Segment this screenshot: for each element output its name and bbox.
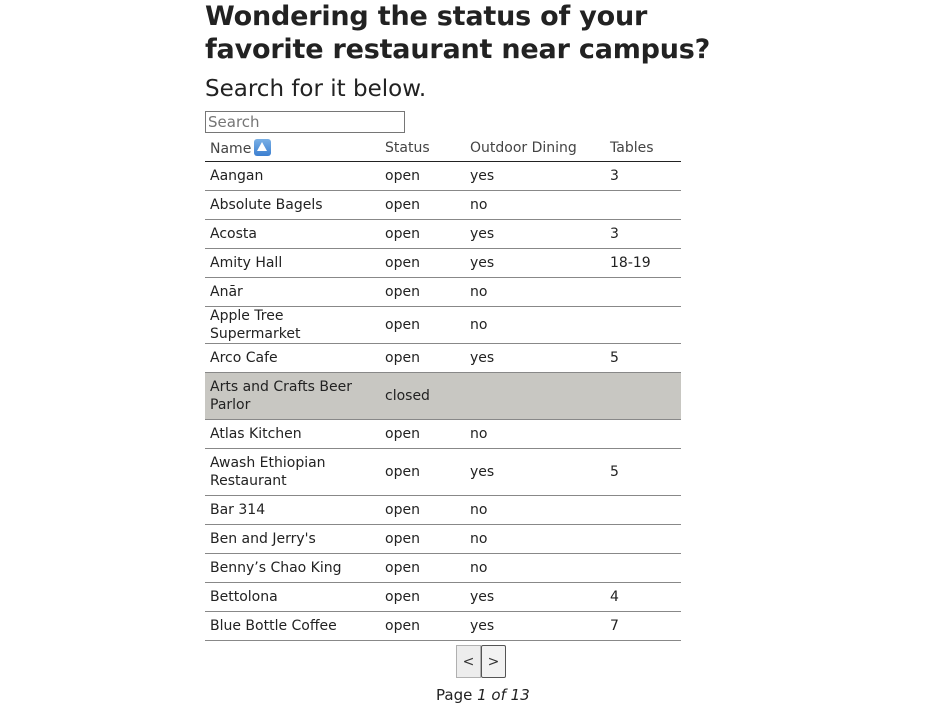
cell-status: open xyxy=(380,495,465,525)
cell-status: open xyxy=(380,190,465,220)
table-header-row: Name Status Outdoor Dining Tables xyxy=(205,135,681,162)
cell-tables: 5 xyxy=(605,448,681,496)
cell-tables: 5 xyxy=(605,343,681,373)
column-header-name-label: Name xyxy=(210,141,252,157)
cell-name: Bettolona xyxy=(205,582,380,612)
cell-tables xyxy=(605,419,681,449)
cell-name: Amity Hall xyxy=(205,248,380,278)
cell-status: open xyxy=(380,277,465,307)
cell-name: Anār xyxy=(205,277,380,307)
cell-status: open xyxy=(380,553,465,583)
cell-name: Blue Bottle Coffee xyxy=(205,611,380,641)
cell-name: Arts and Crafts Beer Parlor xyxy=(205,372,380,420)
search-input[interactable] xyxy=(205,111,405,133)
cell-outdoor-dining: no xyxy=(465,277,605,307)
cell-tables xyxy=(605,306,681,344)
cell-tables: 3 xyxy=(605,219,681,249)
column-header-status[interactable]: Status xyxy=(380,135,465,162)
cell-tables xyxy=(605,190,681,220)
table-row: Aangan open yes 3 xyxy=(205,161,681,191)
cell-name: Absolute Bagels xyxy=(205,190,380,220)
cell-outdoor-dining: no xyxy=(465,419,605,449)
cell-name: Aangan xyxy=(205,161,380,191)
cell-outdoor-dining: yes xyxy=(465,448,605,496)
page-indicator-current: 1 of 13 xyxy=(477,686,530,704)
cell-outdoor-dining: no xyxy=(465,306,605,344)
cell-tables xyxy=(605,495,681,525)
cell-outdoor-dining: yes xyxy=(465,219,605,249)
table-row: Blue Bottle Coffee open yes 7 xyxy=(205,611,681,641)
table-row: Bettolona open yes 4 xyxy=(205,582,681,612)
cell-status: open xyxy=(380,611,465,641)
cell-name: Awash Ethiopian Restaurant xyxy=(205,448,380,496)
cell-status: open xyxy=(380,343,465,373)
page-title: Wondering the status of your favorite re… xyxy=(205,1,711,65)
cell-outdoor-dining: yes xyxy=(465,248,605,278)
cell-name: Atlas Kitchen xyxy=(205,419,380,449)
table-row: Benny’s Chao King open no xyxy=(205,553,681,583)
cell-status: open xyxy=(380,582,465,612)
previous-page-button[interactable]: < xyxy=(456,645,481,678)
table-row: Acosta open yes 3 xyxy=(205,219,681,249)
pagination-controls: < > xyxy=(456,645,506,678)
page-subtitle: Search for it below. xyxy=(205,76,427,102)
cell-outdoor-dining: yes xyxy=(465,611,605,641)
cell-name: Acosta xyxy=(205,219,380,249)
cell-outdoor-dining: yes xyxy=(465,161,605,191)
cell-outdoor-dining xyxy=(465,372,605,420)
up-arrow-icon[interactable] xyxy=(254,139,272,156)
cell-name: Arco Cafe xyxy=(205,343,380,373)
cell-tables: 3 xyxy=(605,161,681,191)
cell-status: open xyxy=(380,219,465,249)
restaurant-table: Name Status Outdoor Dining Tables Aangan… xyxy=(205,135,681,641)
table-row: Arco Cafe open yes 5 xyxy=(205,343,681,373)
table-row: Amity Hall open yes 18-19 xyxy=(205,248,681,278)
cell-outdoor-dining: no xyxy=(465,553,605,583)
cell-status: open xyxy=(380,248,465,278)
cell-status: closed xyxy=(380,372,465,420)
main-content: Wondering the status of your favorite re… xyxy=(205,0,725,641)
cell-name: Apple Tree Supermarket xyxy=(205,306,380,344)
page-indicator-prefix: Page xyxy=(436,686,473,704)
cell-outdoor-dining: no xyxy=(465,495,605,525)
next-page-button[interactable]: > xyxy=(481,645,506,678)
table-row: Atlas Kitchen open no xyxy=(205,419,681,449)
cell-status: open xyxy=(380,306,465,344)
cell-tables: 7 xyxy=(605,611,681,641)
table-row: Apple Tree Supermarket open no xyxy=(205,306,681,344)
table-row: Bar 314 open no xyxy=(205,495,681,525)
cell-name: Bar 314 xyxy=(205,495,380,525)
column-header-name[interactable]: Name xyxy=(205,135,380,162)
table-row: Ben and Jerry's open no xyxy=(205,524,681,554)
cell-tables: 4 xyxy=(605,582,681,612)
cell-status: open xyxy=(380,524,465,554)
cell-outdoor-dining: no xyxy=(465,524,605,554)
cell-outdoor-dining: yes xyxy=(465,582,605,612)
cell-outdoor-dining: no xyxy=(465,190,605,220)
cell-tables xyxy=(605,524,681,554)
table-row: Arts and Crafts Beer Parlor closed xyxy=(205,372,681,420)
cell-status: open xyxy=(380,448,465,496)
column-header-tables[interactable]: Tables xyxy=(605,135,681,162)
cell-name: Ben and Jerry's xyxy=(205,524,380,554)
cell-tables xyxy=(605,372,681,420)
page-indicator: Page 1 of 13 xyxy=(436,686,530,704)
cell-tables xyxy=(605,277,681,307)
cell-name: Benny’s Chao King xyxy=(205,553,380,583)
table-row: Absolute Bagels open no xyxy=(205,190,681,220)
table-row: Awash Ethiopian Restaurant open yes 5 xyxy=(205,448,681,496)
cell-status: open xyxy=(380,161,465,191)
cell-tables xyxy=(605,553,681,583)
cell-outdoor-dining: yes xyxy=(465,343,605,373)
column-header-outdoor-dining[interactable]: Outdoor Dining xyxy=(465,135,605,162)
cell-tables: 18-19 xyxy=(605,248,681,278)
cell-status: open xyxy=(380,419,465,449)
table-row: Anār open no xyxy=(205,277,681,307)
